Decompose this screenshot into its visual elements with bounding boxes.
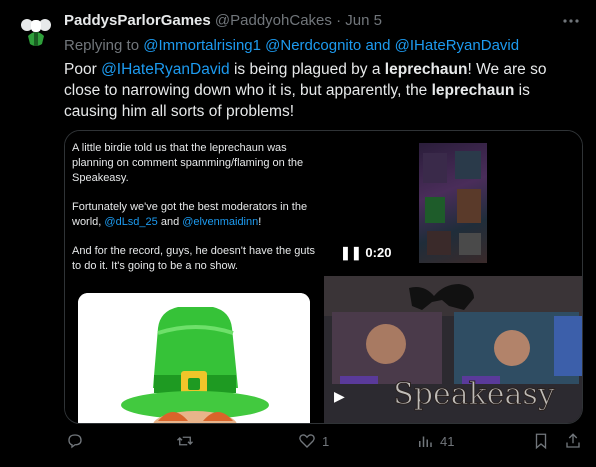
tweet-text: Poor @IHateRyanDavid is being plagued by… [64,59,584,122]
retweet-icon [177,436,193,446]
reply-button[interactable] [66,432,90,450]
video-right[interactable]: ❚❚ 0:20 Speakeasy ▶ [324,131,582,423]
video-time-label: 0:20 [365,245,392,260]
card-paragraph-1: A little birdie told us that the leprech… [72,142,304,184]
text-part-2: is being plagued by a [229,61,385,78]
share-button[interactable] [564,432,582,450]
video-thumbnail-top [419,143,487,263]
retweet-button[interactable] [176,432,200,450]
speakeasy-title-text: Speakeasy [393,377,555,412]
announcement-text: A little birdie told us that the leprech… [72,141,318,288]
replying-prefix: Replying to [64,37,140,54]
pause-icon[interactable]: ❚❚ [340,245,362,260]
like-button[interactable]: 1 [298,432,329,450]
avatar[interactable] [16,12,56,52]
tweet-date[interactable]: Jun 5 [345,12,382,29]
tweet-header: PaddysParlorGames @PaddyohCakes · Jun 5 [64,12,580,34]
tweet-actions: 1 41 [64,432,584,456]
text-bold-2: leprechaun [431,82,515,99]
bookmark-icon [535,433,547,450]
text-mention[interactable]: @IHateRyanDavid [101,61,230,78]
shamrock-avatar-icon [16,12,56,52]
text-part-1: Poor [64,61,102,78]
play-icon[interactable]: ▶ [334,388,345,405]
display-name[interactable]: PaddysParlorGames [64,12,211,29]
heart-icon [299,434,315,448]
card-mod-2: @elvenmaidinn [182,216,259,228]
views-button[interactable]: 41 [416,432,454,450]
reply-mention-2[interactable]: @Nerdcognito [265,37,361,54]
like-count: 1 [322,433,330,449]
reply-and[interactable]: and [365,37,390,54]
card-mod-1: @dLsd_25 [104,216,158,228]
card-para2-and: and [157,216,183,228]
leprechaun-hat-image [78,293,310,423]
video-frame[interactable]: Speakeasy ▶ [324,276,582,423]
reply-mention-3[interactable]: @IHateRyanDavid [395,37,519,54]
card-paragraph-2: Fortunately we've got the best moderator… [72,200,318,230]
card-paragraph-3: And for the record, guys, he doesn't hav… [72,245,316,272]
leprechaun-hat-icon [78,293,310,423]
views-chart-icon [419,436,432,447]
speakeasy-stream-image: Speakeasy [324,276,582,423]
reply-mention-1[interactable]: @Immortalrising1 [143,37,261,54]
user-handle[interactable]: @PaddyohCakes [215,12,332,29]
views-count: 41 [440,433,455,449]
card-para2-suffix: ! [258,216,262,228]
media-container[interactable]: A little birdie told us that the leprech… [64,130,583,424]
share-icon [566,433,580,448]
replying-to: Replying to @Immortalrising1 @Nerdcognit… [64,37,519,54]
bookmark-button[interactable] [532,432,550,450]
text-bold-1: leprechaun [384,61,468,78]
more-options-icon[interactable] [562,12,580,35]
video-time[interactable]: ❚❚ 0:20 [340,245,391,261]
image-left[interactable]: A little birdie told us that the leprech… [65,131,323,423]
separator-dot: · [336,12,342,29]
reply-icon [68,434,82,449]
